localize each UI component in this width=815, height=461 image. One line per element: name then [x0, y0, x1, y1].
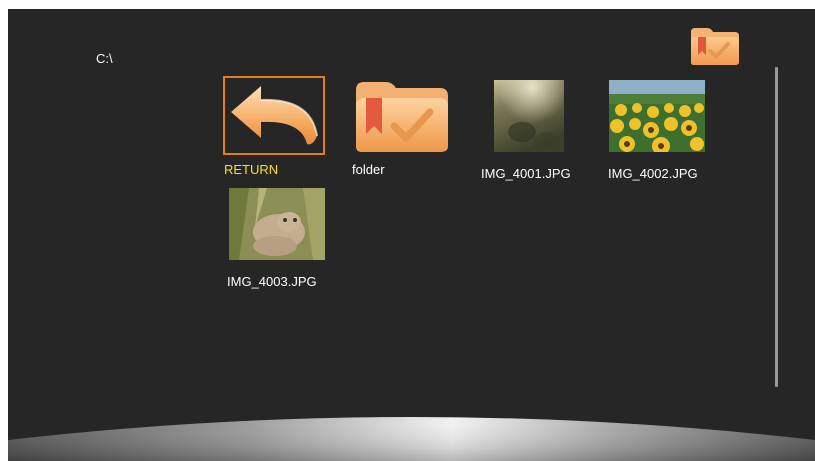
image-thumbnail — [609, 80, 705, 152]
bottom-arc-decoration — [8, 417, 815, 461]
file-browser-screen: C:\ RETURN folder IMG_4001.JPG IMG_4002.… — [8, 9, 815, 461]
file-label: folder — [352, 162, 385, 177]
file-label: IMG_4003.JPG — [227, 274, 317, 289]
file-item-image[interactable]: IMG_4002.JPG — [606, 80, 710, 181]
file-item-image[interactable]: IMG_4001.JPG — [478, 80, 588, 181]
file-label: IMG_4001.JPG — [481, 166, 571, 181]
file-label: IMG_4002.JPG — [608, 166, 698, 181]
folder-bookmark-icon — [356, 82, 448, 152]
scrollbar[interactable] — [774, 67, 779, 387]
file-item-image[interactable]: IMG_4003.JPG — [226, 188, 330, 289]
folder-bookmark-icon — [691, 28, 739, 65]
current-path: C:\ — [96, 51, 113, 66]
image-thumbnail — [494, 80, 564, 152]
file-label: RETURN — [224, 162, 279, 177]
scrollbar-thumb[interactable] — [775, 67, 778, 387]
return-arrow-icon — [231, 86, 318, 145]
file-item-return[interactable]: RETURN — [223, 76, 327, 177]
file-item-folder[interactable]: folder — [350, 76, 452, 177]
image-thumbnail — [229, 188, 325, 260]
